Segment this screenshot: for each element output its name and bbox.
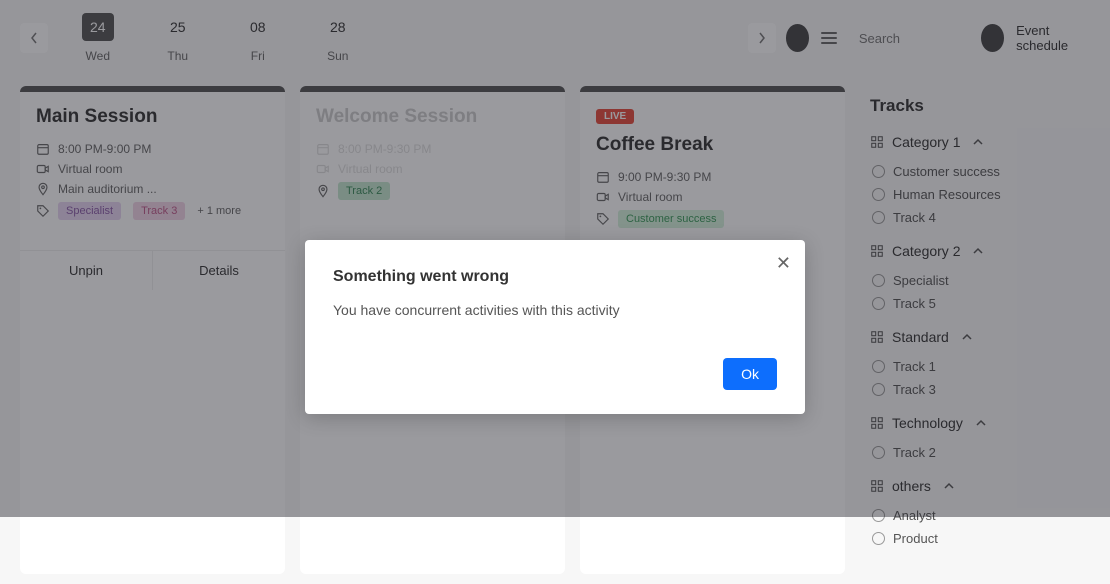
modal-title: Something went wrong <box>333 268 777 286</box>
error-modal: ✕ Something went wrong You have concurre… <box>305 240 805 414</box>
radio-icon <box>872 532 885 545</box>
modal-text: You have concurrent activities with this… <box>333 302 777 318</box>
modal-close-button[interactable]: ✕ <box>776 254 791 272</box>
ok-button[interactable]: Ok <box>723 358 777 390</box>
track-item[interactable]: Product <box>870 527 1090 550</box>
track-label: Product <box>893 531 938 546</box>
close-icon: ✕ <box>776 253 791 273</box>
